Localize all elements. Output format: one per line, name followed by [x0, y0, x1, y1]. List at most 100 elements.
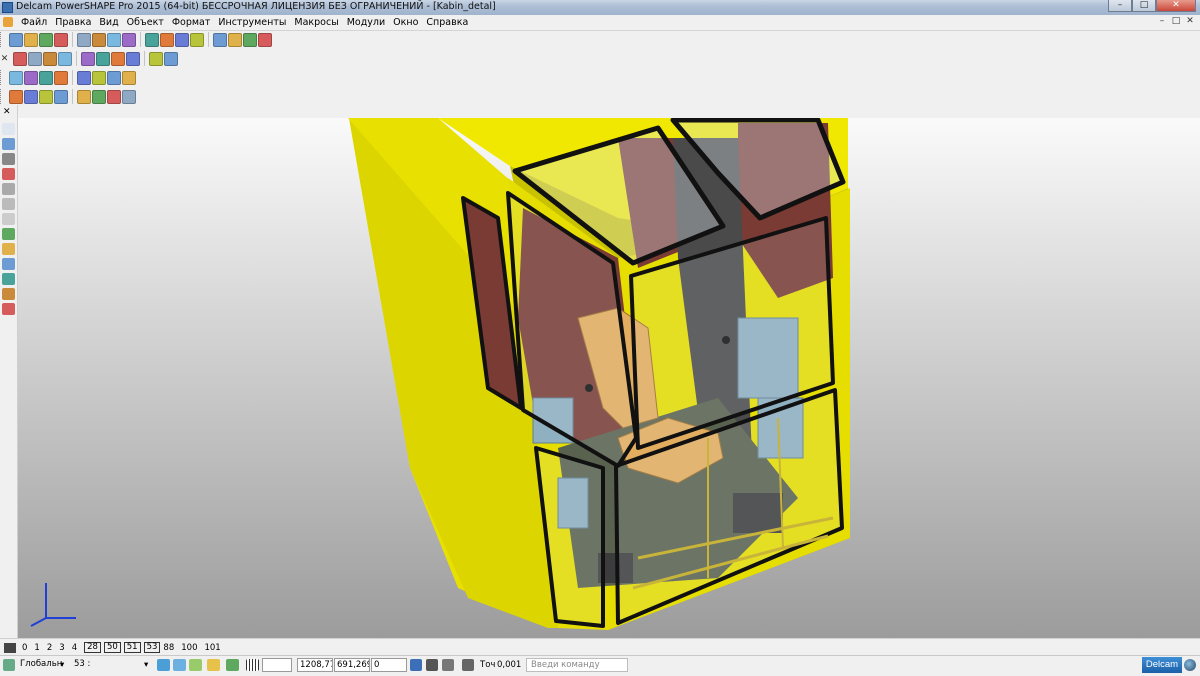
doc-close-button[interactable]: ✕ [1184, 16, 1196, 27]
graphics-viewport[interactable] [18, 118, 1200, 638]
measure-icon[interactable] [92, 89, 106, 104]
point-icon[interactable] [160, 32, 174, 47]
view-top-icon[interactable] [13, 51, 27, 66]
toolbar-grip[interactable] [0, 70, 6, 85]
select-icon[interactable] [145, 32, 159, 47]
redo-icon[interactable] [122, 32, 136, 47]
box-icon[interactable] [54, 89, 68, 104]
minimize-button[interactable]: – [1108, 0, 1132, 12]
arc-tool-icon[interactable] [2, 198, 15, 210]
warning-icon[interactable] [2, 168, 15, 180]
toolbar-close-icon[interactable]: ✕ [0, 54, 9, 64]
select-arrow-icon[interactable] [2, 123, 15, 135]
menu-item-9[interactable]: Справка [422, 16, 472, 29]
app-icon[interactable] [2, 2, 13, 13]
keyboard-icon[interactable] [442, 659, 454, 671]
document-icon[interactable] [3, 17, 13, 27]
level-101[interactable]: 101 [204, 643, 220, 653]
level-28[interactable]: 28 [84, 642, 101, 653]
level-icon[interactable] [4, 642, 16, 653]
revolve-icon[interactable] [107, 70, 121, 85]
cylinder-icon[interactable] [77, 89, 91, 104]
grid-icon[interactable] [246, 659, 259, 671]
command-input[interactable]: Введи команду [526, 658, 628, 672]
menu-item-1[interactable]: Правка [51, 16, 95, 29]
workplane-dropdown-icon[interactable]: ▾ [60, 659, 64, 671]
coord-field-blank[interactable] [262, 658, 292, 672]
level-88[interactable]: 88 [163, 643, 174, 653]
analysis-icon[interactable] [107, 89, 121, 104]
render-tool-icon[interactable] [2, 303, 15, 315]
level-50[interactable]: 50 [103, 642, 121, 653]
level-100[interactable]: 100 [181, 643, 197, 653]
solid-icon[interactable] [243, 32, 257, 47]
doc-minimize-button[interactable]: – [1156, 16, 1168, 27]
line-icon[interactable] [175, 32, 189, 47]
z-coordinate[interactable]: 0 [371, 658, 407, 672]
level-1[interactable]: 1 [34, 643, 39, 653]
shade-icon[interactable] [126, 51, 140, 66]
calculator-icon[interactable] [426, 659, 438, 671]
level-0[interactable]: 0 [22, 643, 27, 653]
left-toolbar-close-icon[interactable]: ✕ [3, 107, 11, 117]
coords-icon[interactable] [410, 659, 422, 671]
dimension-tool-icon[interactable] [2, 288, 15, 300]
tolerance-icon[interactable] [462, 659, 474, 671]
x-coordinate[interactable]: 1208,77 [297, 658, 333, 672]
close-button[interactable]: ✕ [1156, 0, 1196, 12]
snap4-icon[interactable] [207, 659, 220, 671]
paste-icon[interactable] [92, 32, 106, 47]
surface-icon[interactable] [228, 32, 242, 47]
menu-item-2[interactable]: Вид [95, 16, 122, 29]
menu-item-7[interactable]: Модули [343, 16, 389, 29]
analysis-tool-icon[interactable] [2, 273, 15, 285]
y-coordinate[interactable]: 691,269 [334, 658, 370, 672]
block-icon[interactable] [24, 70, 38, 85]
zoom-out-icon[interactable] [96, 51, 110, 66]
rotate-icon[interactable] [58, 51, 72, 66]
cube-icon[interactable] [39, 89, 53, 104]
view-front-icon[interactable] [28, 51, 42, 66]
circle-icon[interactable] [190, 32, 204, 47]
curve-tool-icon[interactable] [2, 213, 15, 225]
point-tool-icon[interactable] [2, 153, 15, 165]
level-select[interactable]: 53 : [72, 658, 152, 672]
grid-icon[interactable] [122, 89, 136, 104]
menu-item-3[interactable]: Объект [123, 16, 168, 29]
menu-item-5[interactable]: Инструменты [214, 16, 290, 29]
maximize-button[interactable]: □ [1132, 0, 1156, 12]
sphere-icon[interactable] [39, 70, 53, 85]
save-icon[interactable] [24, 32, 38, 47]
curve-icon[interactable] [213, 32, 227, 47]
mesh-icon[interactable] [9, 89, 23, 104]
undo-icon[interactable] [107, 32, 121, 47]
pan-icon[interactable] [164, 51, 178, 66]
extrude-icon[interactable] [92, 70, 106, 85]
copy-icon[interactable] [77, 32, 91, 47]
doc-maximize-button[interactable]: □ [1170, 16, 1182, 27]
zoom-fit-icon[interactable] [111, 51, 125, 66]
menu-item-8[interactable]: Окно [389, 16, 422, 29]
view-iso-icon[interactable] [43, 51, 57, 66]
toolbar-grip[interactable] [0, 32, 6, 47]
mesh-tool-icon[interactable] [2, 258, 15, 270]
tolerance-value[interactable]: 0,001 [497, 659, 521, 671]
level-3[interactable]: 3 [59, 643, 64, 653]
torus-icon[interactable] [77, 70, 91, 85]
fillet-icon[interactable] [122, 70, 136, 85]
level-53[interactable]: 53 [143, 642, 161, 653]
menu-item-4[interactable]: Формат [168, 16, 215, 29]
zoom-in-icon[interactable] [81, 51, 95, 66]
toolbar-grip[interactable] [0, 89, 6, 104]
cone-icon[interactable] [54, 70, 68, 85]
level-dropdown-icon[interactable]: ▾ [144, 659, 148, 671]
surface-tool-icon[interactable] [2, 228, 15, 240]
level-4[interactable]: 4 [72, 643, 77, 653]
menu-item-6[interactable]: Макросы [290, 16, 342, 29]
tools-icon[interactable] [258, 32, 272, 47]
layers-icon[interactable] [2, 138, 15, 150]
wireframe-icon[interactable] [9, 70, 23, 85]
print-icon[interactable] [39, 32, 53, 47]
menu-item-0[interactable]: Файл [17, 16, 51, 29]
snap-icon[interactable] [157, 659, 170, 671]
